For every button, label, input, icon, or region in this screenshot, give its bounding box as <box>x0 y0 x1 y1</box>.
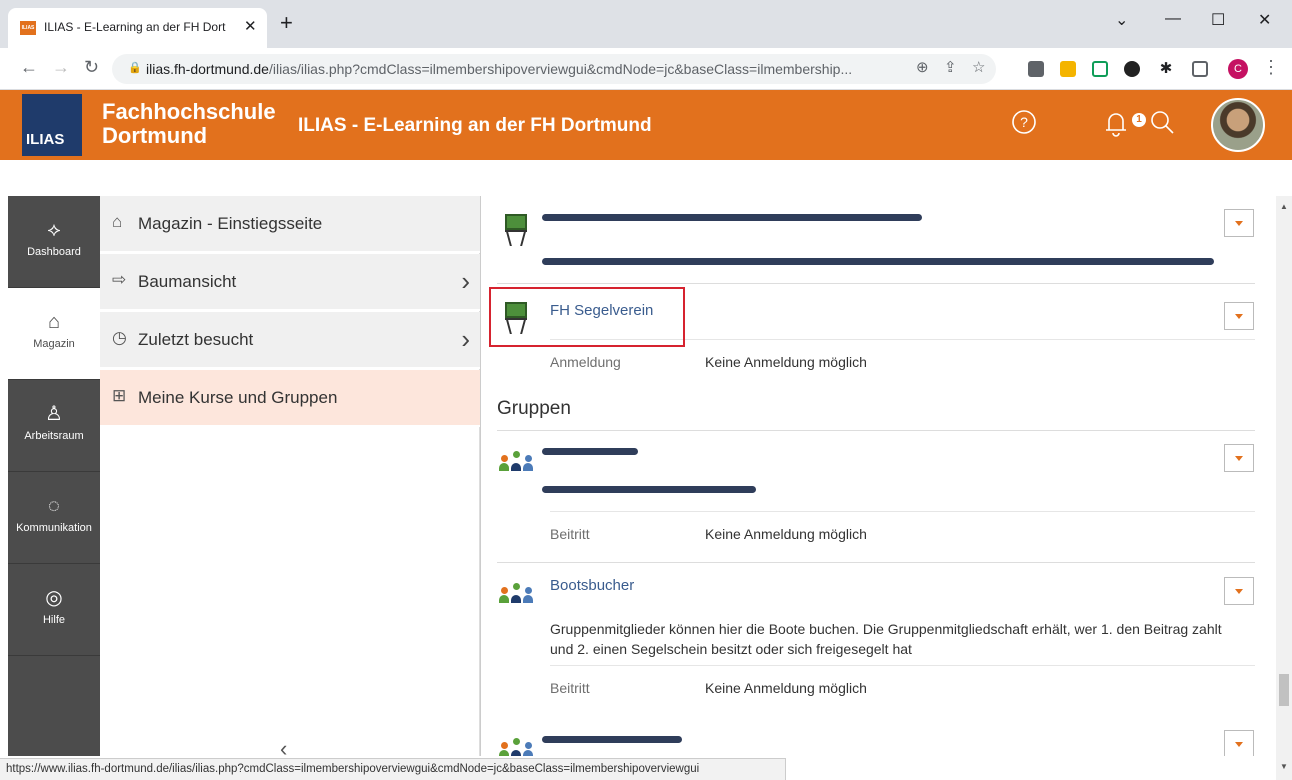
chevron-right-icon: › <box>461 266 470 296</box>
slate-panel: ⌂ Magazin - Einstiegsseite ⇨ Baumansicht… <box>100 196 480 761</box>
redacted-description <box>542 486 756 493</box>
scroll-up-icon[interactable]: ▲ <box>1280 202 1288 211</box>
section-heading-gruppen: Gruppen <box>497 398 571 419</box>
scroll-down-icon[interactable]: ▼ <box>1280 762 1288 771</box>
property-label: Anmeldung <box>550 354 621 370</box>
lifebuoy-icon: ◎ <box>45 587 63 609</box>
mainbar-item-magazin[interactable]: ⌂ Magazin <box>8 288 100 380</box>
actions-dropdown-button[interactable] <box>1224 444 1254 472</box>
maximize-button[interactable]: ☐ <box>1211 10 1225 30</box>
user-avatar[interactable] <box>1211 98 1265 152</box>
highlight-box <box>489 287 685 347</box>
svg-text:?: ? <box>1020 114 1028 130</box>
slate-item-meine-kurse-und-gruppen[interactable]: ⊞ Meine Kurse und Gruppen <box>100 370 480 427</box>
list-item <box>497 196 1255 284</box>
url-text: ilias.fh-dortmund.de/ilias/ilias.php?cmd… <box>146 61 853 77</box>
main-content: FH Segelverein Anmeldung Keine Anmeldung… <box>480 196 1276 756</box>
mainbar-item-kommunikation[interactable]: ◌ Kommunikation <box>8 472 100 564</box>
property-label: Beitritt <box>550 680 590 696</box>
side-panel-icon[interactable] <box>1192 61 1208 77</box>
notification-count-badge: 1 <box>1132 113 1146 127</box>
institution-name: Fachhochschule Dortmund <box>102 99 276 148</box>
status-bar-url: https://www.ilias.fh-dortmund.de/ilias/i… <box>0 758 786 780</box>
mainbar-item-dashboard[interactable]: ⟡ Dashboard <box>8 196 100 288</box>
slate-item-baumansicht[interactable]: ⇨ Baumansicht › <box>100 254 480 311</box>
property-value: Keine Anmeldung möglich <box>705 354 867 370</box>
tab-search-icon[interactable]: ⌄ <box>1115 10 1128 30</box>
extensions-puzzle-icon[interactable]: ✱ <box>1158 61 1174 77</box>
header-spacer <box>0 160 1292 196</box>
scrollbar-thumb[interactable] <box>1279 674 1289 706</box>
share-icon[interactable]: ⇪ <box>944 58 957 76</box>
list-item <box>497 726 1255 756</box>
slate-item-zuletzt-besucht[interactable]: ◷ Zuletzt besucht › <box>100 312 480 369</box>
new-tab-button[interactable]: + <box>280 12 293 34</box>
reload-icon[interactable]: ↻ <box>84 57 99 78</box>
property-value: Keine Anmeldung möglich <box>705 526 867 542</box>
group-description: Gruppenmitglieder können hier die Boote … <box>550 621 1222 657</box>
browser-toolbar: ← → ↻ 🔒 ilias.fh-dortmund.de/ilias/ilias… <box>0 48 1292 90</box>
list-item: Beitritt Keine Anmeldung möglich <box>497 431 1255 563</box>
lock-icon: 🔒 <box>128 62 142 74</box>
courses-groups-icon: ⊞ <box>112 386 127 405</box>
extension-icon[interactable] <box>1028 61 1044 77</box>
actions-dropdown-button[interactable] <box>1224 209 1254 237</box>
profile-avatar[interactable]: C <box>1228 59 1248 79</box>
ilias-favicon-icon: ILIAS <box>20 21 36 35</box>
forward-icon[interactable]: → <box>52 57 70 78</box>
redacted-title <box>542 736 682 743</box>
group-title-link[interactable]: Bootsbucher <box>550 577 634 594</box>
group-icon <box>499 583 533 609</box>
clock-icon: ◷ <box>112 328 127 347</box>
search-icon[interactable] <box>1148 108 1176 142</box>
zoom-icon[interactable]: ⊕ <box>916 58 929 76</box>
ilias-logo[interactable]: ILIAS <box>22 94 82 156</box>
close-tab-icon[interactable]: ✕ <box>244 17 257 35</box>
extension-icon[interactable] <box>1092 61 1108 77</box>
signpost-icon: ⇨ <box>112 270 127 289</box>
property-value: Keine Anmeldung möglich <box>705 680 867 696</box>
slate-item-magazin-einstiegsseite[interactable]: ⌂ Magazin - Einstiegsseite <box>100 196 480 253</box>
browser-tab[interactable]: ILIAS ILIAS - E-Learning an der FH Dort … <box>8 8 267 48</box>
notification-bell-icon[interactable] <box>1102 108 1130 144</box>
mainbar-item-arbeitsraum[interactable]: ♙ Arbeitsraum <box>8 380 100 472</box>
browser-tab-bar: ILIAS ILIAS - E-Learning an der FH Dort … <box>0 0 1292 48</box>
communication-icon: ◌ <box>48 495 60 517</box>
repository-icon: ⌂ <box>47 311 61 333</box>
page-title: ILIAS - E-Learning an der FH Dortmund <box>298 115 652 136</box>
actions-dropdown-button[interactable] <box>1224 577 1254 605</box>
course-icon <box>503 214 529 244</box>
main-bar: ⟡ Dashboard ⌂ Magazin ♙ Arbeitsraum ◌ Ko… <box>8 196 100 756</box>
browser-menu-icon[interactable]: ⋮ <box>1262 57 1280 78</box>
extension-icon[interactable] <box>1060 61 1076 77</box>
group-icon <box>499 738 533 756</box>
repository-icon: ⌂ <box>112 212 123 231</box>
minimize-button[interactable]: — <box>1165 10 1181 28</box>
close-window-button[interactable]: ✕ <box>1258 10 1271 30</box>
address-bar[interactable]: 🔒 ilias.fh-dortmund.de/ilias/ilias.php?c… <box>112 54 996 84</box>
redacted-title <box>542 448 638 455</box>
actions-dropdown-button[interactable] <box>1224 730 1254 756</box>
divider <box>550 665 1255 666</box>
dashboard-icon: ⟡ <box>47 219 61 241</box>
group-icon <box>499 451 533 477</box>
redacted-title <box>542 214 922 221</box>
actions-dropdown-button[interactable] <box>1224 302 1254 330</box>
extension-icon[interactable] <box>1124 61 1140 77</box>
bookmark-star-icon[interactable]: ☆ <box>972 58 985 76</box>
property-label: Beitritt <box>550 526 590 542</box>
user-icon: ♙ <box>45 403 63 425</box>
tab-title: ILIAS - E-Learning an der FH Dort <box>44 20 226 34</box>
help-icon[interactable]: ? <box>1010 108 1038 142</box>
ilias-header: ILIAS Fachhochschule Dortmund ILIAS - E-… <box>0 90 1292 160</box>
list-item-bootsbucher: Bootsbucher Gruppenmitglieder können hie… <box>497 563 1255 713</box>
chevron-right-icon: › <box>461 324 470 354</box>
mainbar-item-hilfe[interactable]: ◎ Hilfe <box>8 564 100 656</box>
back-icon[interactable]: ← <box>20 57 38 78</box>
scrollbar[interactable]: ▲ ▼ <box>1276 196 1292 780</box>
redacted-description <box>542 258 1214 265</box>
divider <box>550 511 1255 512</box>
